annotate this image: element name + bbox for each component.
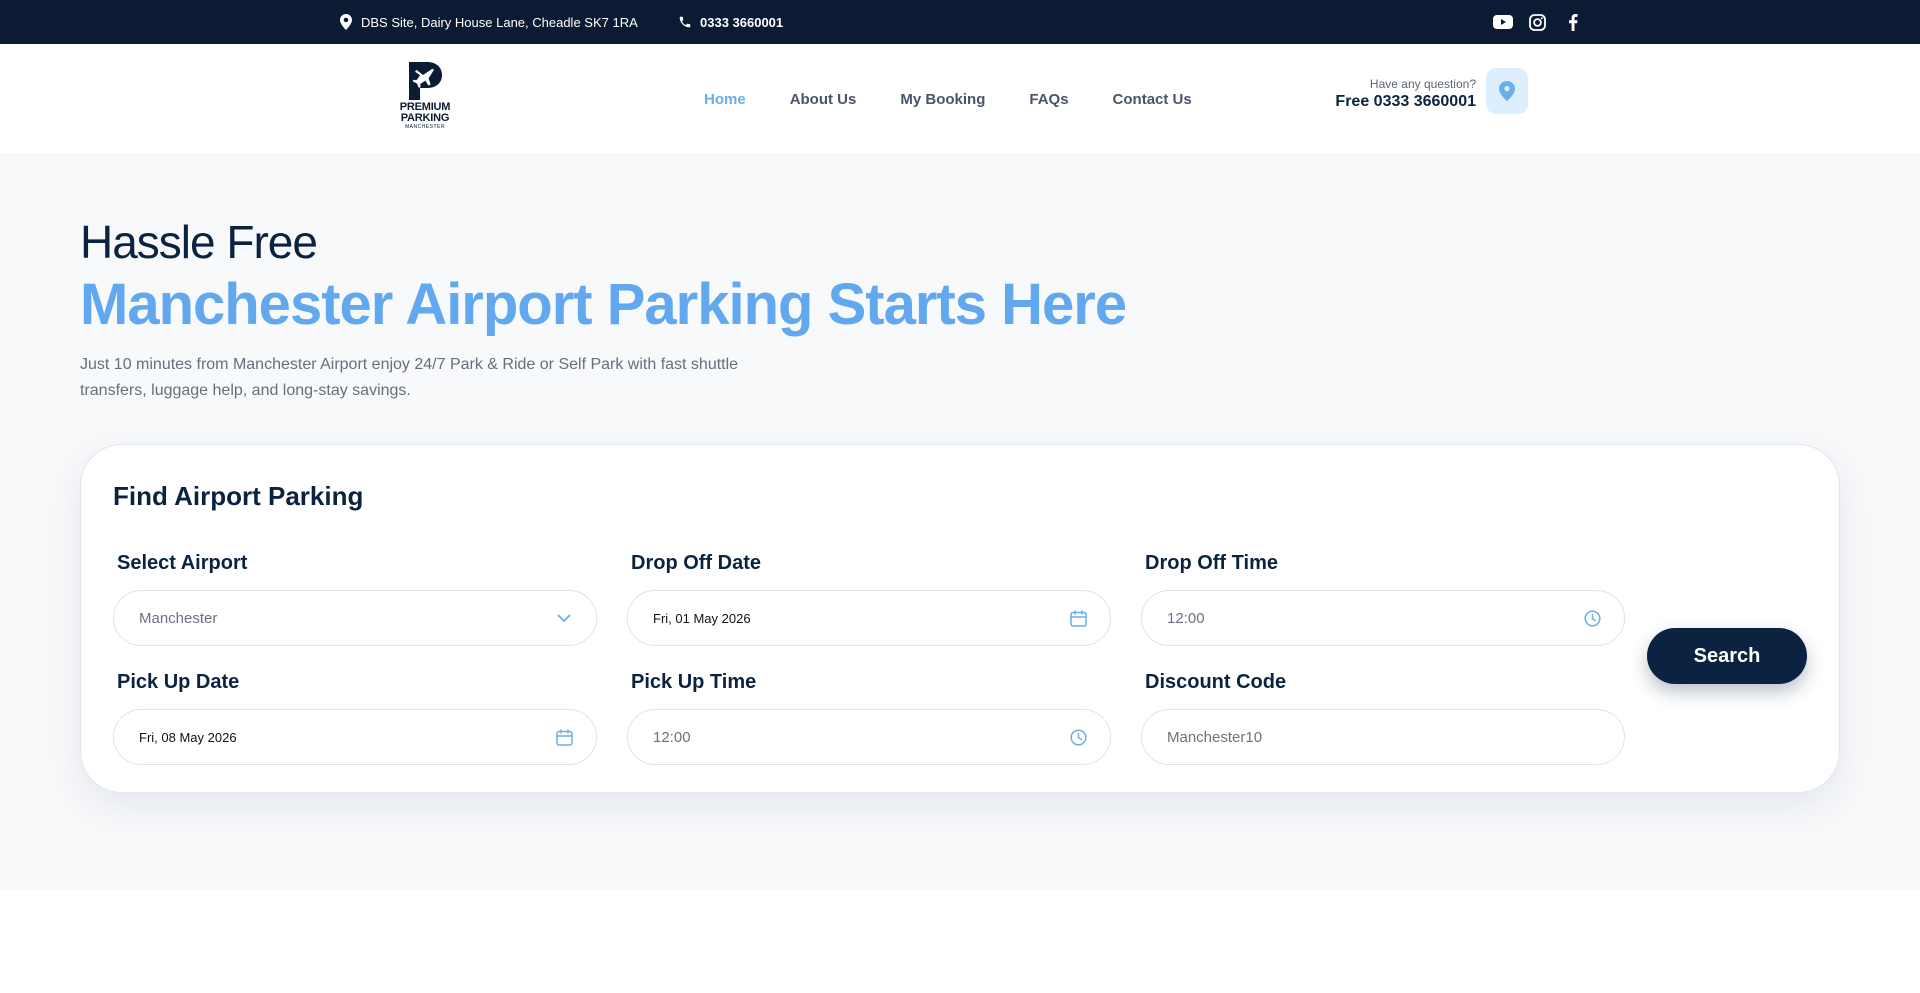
drop-off-time-field: Drop Off Time 12:00 [1141,552,1625,646]
search-card-title: Find Airport Parking [113,481,364,511]
clock-icon [1582,608,1602,628]
hero-title-line1: Hassle Free [80,216,318,268]
drop-off-date-field: Drop Off Date Fri, 01 May 2026 [627,552,1111,646]
topbar-phone-text: 0333 3660001 [700,14,784,30]
discount-code-field: Discount Code Manchester10 [1141,671,1625,765]
hero-description: Just 10 minutes from Manchester Airport … [80,356,739,399]
pick-up-date-input[interactable]: Fri, 08 May 2026 [113,709,597,765]
drop-off-date-label: Drop Off Date [631,552,761,574]
address-text: DBS Site, Dairy House Lane, Cheadle SK7 … [361,14,638,30]
contact-question-label: Have any question? [1369,77,1476,91]
topbar-phone-link[interactable]: 0333 3660001 [678,0,783,44]
top-info-bar: DBS Site, Dairy House Lane, Cheadle SK7 … [0,0,1920,44]
drop-off-time-value: 12:00 [1167,609,1205,627]
search-button[interactable]: Search [1647,628,1807,684]
pick-up-time-field: Pick Up Time 12:00 [627,671,1111,765]
map-pin-icon [340,14,352,30]
select-airport-dropdown[interactable]: Manchester [113,590,597,646]
pick-up-date-label: Pick Up Date [117,671,240,693]
pick-up-time-input[interactable]: 12:00 [627,709,1111,765]
chevron-down-icon [554,608,574,628]
nav-faqs[interactable]: FAQs [1029,91,1068,108]
discount-code-input[interactable]: Manchester10 [1141,709,1625,765]
select-airport-label: Select Airport [117,552,248,574]
drop-off-time-label: Drop Off Time [1145,552,1278,574]
calendar-icon [1068,608,1088,628]
drop-off-date-value: Fri, 01 May 2026 [653,610,751,626]
map-pin-icon[interactable] [1486,68,1528,114]
main-nav: Home About Us My Booking FAQs Contact Us [704,44,1192,155]
facebook-icon[interactable] [1562,12,1583,33]
nav-my-booking[interactable]: My Booking [900,91,985,108]
pick-up-time-label: Pick Up Time [631,671,757,693]
social-links [1492,0,1583,44]
hero-title-line2: Manchester Airport Parking Starts Here [80,272,1127,337]
youtube-icon[interactable] [1492,12,1513,33]
parking-plane-logo-icon [409,62,442,100]
nav-home[interactable]: Home [704,91,746,108]
drop-off-time-input[interactable]: 12:00 [1141,590,1625,646]
hero-section: Hassle Free Manchester Airport Parking S… [0,155,1920,890]
site-header: PREMIUM PARKING MANCHESTER Home About Us… [0,44,1920,155]
phone-icon [679,16,691,28]
pick-up-time-value: 12:00 [653,728,691,746]
discount-code-label: Discount Code [1145,671,1287,693]
logo-text-parking: PARKING [400,112,450,124]
discount-code-value: Manchester10 [1167,728,1263,746]
nav-contact-us[interactable]: Contact Us [1113,91,1192,108]
contact-phone-link[interactable]: Free 0333 3660001 [1335,93,1476,111]
pick-up-date-value: Fri, 08 May 2026 [139,729,237,745]
select-airport-value: Manchester [139,609,218,627]
calendar-icon [554,727,574,747]
address-block: DBS Site, Dairy House Lane, Cheadle SK7 … [340,0,638,44]
clock-icon [1068,727,1088,747]
select-airport-field: Select Airport Manchester [113,552,597,646]
contact-cta: Have any question? Free 0333 3660001 [1308,68,1528,116]
search-card: Find Airport Parking Select Airport Manc… [80,444,1840,793]
drop-off-date-input[interactable]: Fri, 01 May 2026 [627,590,1111,646]
contact-cta-text: Have any question? Free 0333 3660001 [1335,77,1476,111]
instagram-icon[interactable] [1527,12,1548,33]
brand-logo[interactable]: PREMIUM PARKING MANCHESTER [392,60,458,136]
nav-about-us[interactable]: About Us [790,91,857,108]
pick-up-date-field: Pick Up Date Fri, 08 May 2026 [113,671,597,765]
logo-text-manchester: MANCHESTER [404,124,445,130]
